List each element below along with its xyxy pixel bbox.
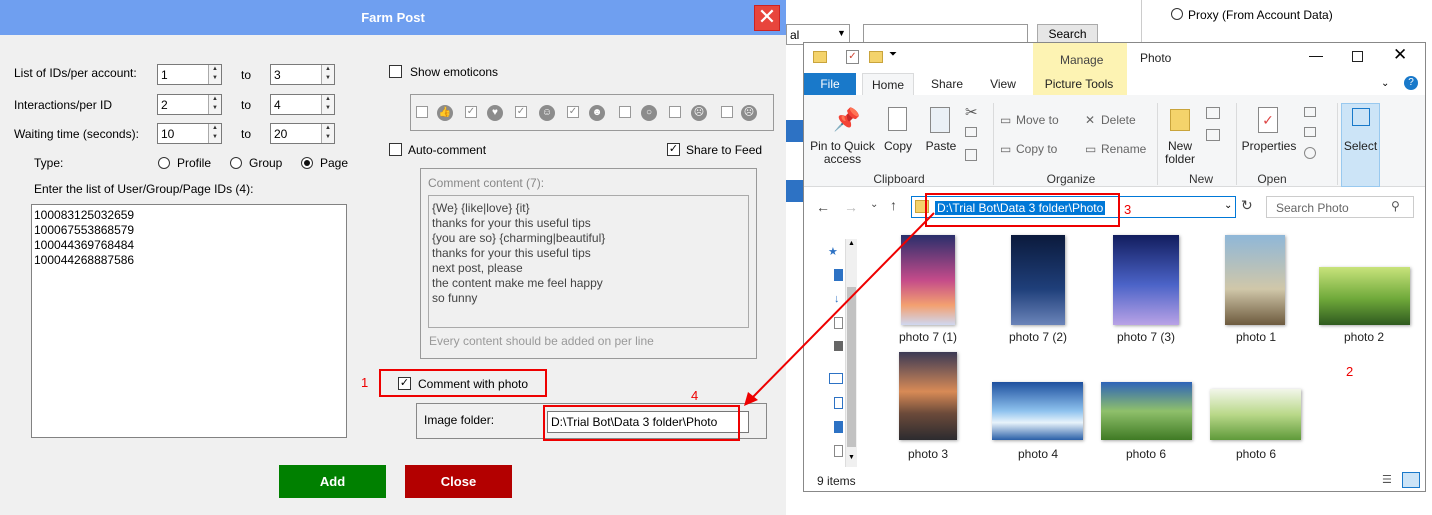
annotation-arrow-layer [744,212,935,406]
annotation-arrow [751,212,935,399]
